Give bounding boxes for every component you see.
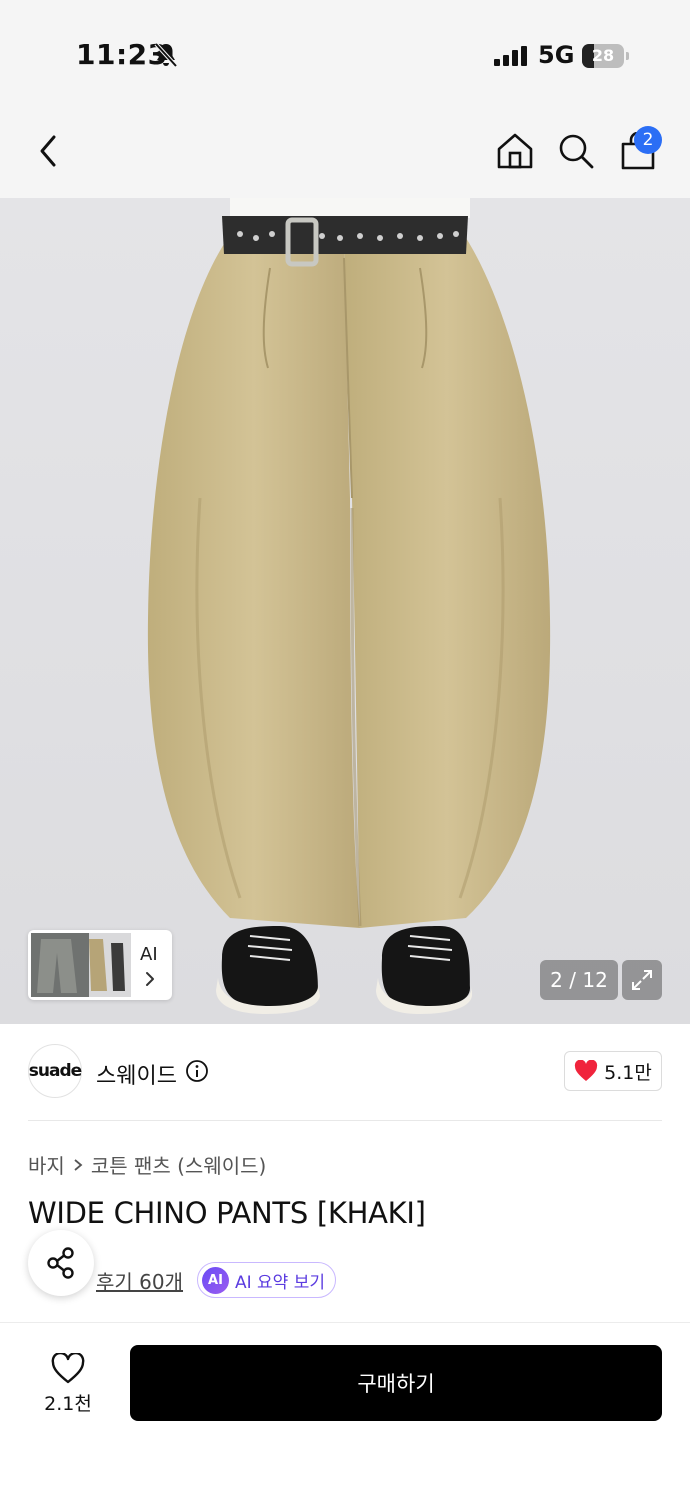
- breadcrumb: 바지 코튼 팬츠 (스웨이드): [28, 1150, 266, 1179]
- bottom-bar-divider: [0, 1322, 690, 1323]
- breadcrumb-subcategory[interactable]: 코튼 팬츠 (스웨이드): [91, 1150, 267, 1179]
- product-image[interactable]: [0, 198, 690, 1024]
- brand-name[interactable]: 스웨이드: [96, 1058, 177, 1090]
- search-icon: [559, 134, 594, 169]
- status-bar: 11:23 5G 28: [0, 0, 690, 104]
- breadcrumb-category[interactable]: 바지: [28, 1150, 65, 1179]
- info-icon[interactable]: [185, 1059, 209, 1083]
- heart-filled-icon: [575, 1060, 598, 1081]
- chevron-right-icon: [74, 1158, 83, 1171]
- ai-summary-button[interactable]: AI AI 요약 보기: [197, 1262, 337, 1298]
- product-title: WIDE CHINO PANTS [KHAKI]: [28, 1196, 426, 1230]
- wishlist-button[interactable]: 2.1천: [28, 1346, 108, 1422]
- search-button[interactable]: [552, 127, 600, 175]
- chevron-left-icon: [40, 135, 56, 167]
- ai-badge: AI: [202, 1266, 229, 1294]
- home-button[interactable]: [491, 127, 539, 175]
- product-photo: [0, 198, 690, 1024]
- heart-outline-icon: [51, 1352, 85, 1383]
- signal-bars-icon: [494, 46, 527, 66]
- cart-count-badge: 2: [634, 126, 662, 154]
- thumbnail-ai-label: AI: [140, 944, 158, 965]
- ai-thumbnail-card[interactable]: [28, 930, 172, 1000]
- battery-icon: 28: [582, 44, 630, 68]
- share-icon: [47, 1247, 74, 1279]
- wishlist-count: 2.1천: [44, 1392, 92, 1415]
- bell-slash-icon: [154, 42, 178, 68]
- app-header: [0, 104, 690, 198]
- brand-like-count: 5.1만: [604, 1061, 652, 1084]
- ai-summary-label: AI 요약 보기: [235, 1272, 326, 1293]
- battery-level: 28: [591, 46, 615, 65]
- brand-like-button[interactable]: 5.1만: [564, 1051, 662, 1091]
- image-counter: 2 / 12: [540, 960, 618, 1000]
- thumbnail-image: [31, 933, 131, 997]
- back-button[interactable]: [24, 127, 72, 175]
- share-button[interactable]: [28, 1230, 94, 1296]
- section-divider: [28, 1120, 662, 1121]
- buy-button[interactable]: 구매하기: [130, 1345, 662, 1421]
- brand-logo[interactable]: suade: [28, 1044, 82, 1098]
- network-type: 5G: [538, 41, 575, 69]
- expand-icon: [632, 970, 652, 990]
- home-icon: [497, 133, 533, 169]
- chevron-right-icon: [146, 972, 154, 986]
- review-link[interactable]: 후기 60개: [96, 1266, 183, 1295]
- expand-button[interactable]: [622, 960, 662, 1000]
